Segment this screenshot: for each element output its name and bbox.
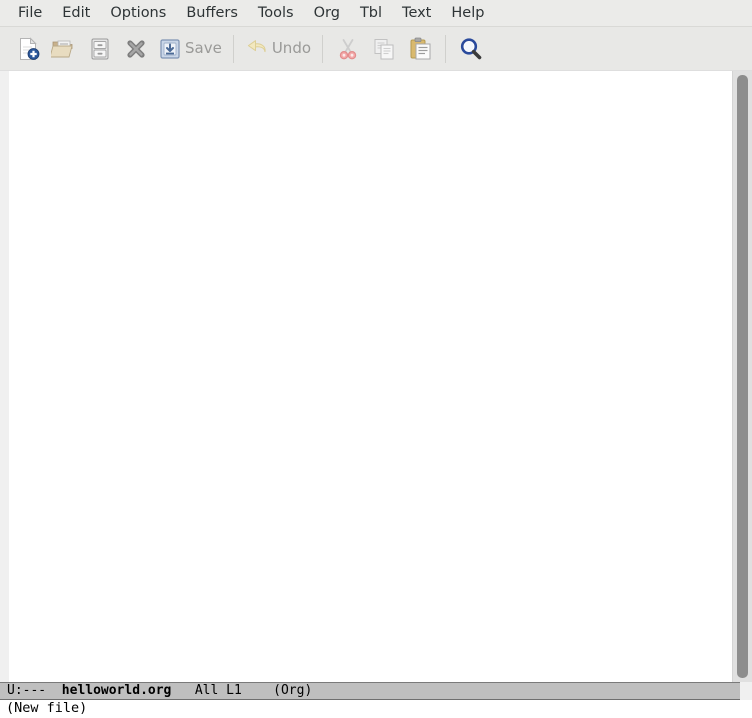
emacs-window: File Edit Options Buffers Tools Org Tbl … (0, 0, 752, 718)
undo-button-label: Undo (271, 39, 312, 57)
menu-org[interactable]: Org (304, 2, 350, 25)
save-button[interactable]: Save (154, 30, 226, 68)
mode-line-gap-2 (171, 683, 194, 698)
text-editing-area[interactable] (9, 71, 732, 682)
scissors-icon (335, 36, 361, 62)
mode-line-status: U:--- (7, 683, 47, 698)
mode-line-buffer-name: helloworld.org (61, 683, 172, 698)
tool-bar: Save Undo (0, 27, 752, 71)
mode-line-gap-3 (242, 683, 273, 698)
echo-area[interactable]: (New file) (0, 700, 752, 718)
search-button[interactable] (453, 30, 489, 68)
save-as-button[interactable] (82, 30, 118, 68)
mode-line-position: All (194, 683, 219, 698)
menu-tools[interactable]: Tools (248, 2, 304, 25)
toolbar-separator-2 (322, 34, 324, 63)
menu-options[interactable]: Options (100, 2, 176, 25)
copy-button[interactable] (366, 30, 402, 68)
file-cabinet-icon (87, 36, 113, 62)
menu-buffers[interactable]: Buffers (176, 2, 248, 25)
save-floppy-icon (158, 37, 182, 61)
toolbar-separator-1 (232, 34, 234, 63)
undo-button[interactable]: Undo (241, 30, 315, 68)
open-folder-icon (51, 36, 77, 62)
buffer-region (0, 71, 752, 682)
vertical-scrollbar[interactable] (732, 71, 752, 682)
cut-button[interactable] (330, 30, 366, 68)
toolbar-separator-3 (445, 34, 447, 63)
menu-tbl[interactable]: Tbl (350, 2, 392, 25)
clipboard-paste-icon (407, 36, 433, 62)
close-x-icon (123, 36, 149, 62)
scrollbar-thumb[interactable] (737, 75, 748, 678)
menu-help[interactable]: Help (441, 2, 494, 25)
magnifier-icon (458, 36, 484, 62)
new-file-button[interactable] (10, 30, 46, 68)
paste-button[interactable] (402, 30, 438, 68)
mode-line-major-mode: (Org) (273, 683, 313, 698)
mode-line-space (218, 683, 226, 698)
new-file-icon (15, 36, 41, 62)
save-button-label: Save (185, 39, 222, 57)
open-file-button[interactable] (46, 30, 82, 68)
menu-text[interactable]: Text (392, 2, 441, 25)
mode-line-line-number: L1 (226, 683, 242, 698)
close-buffer-button[interactable] (118, 30, 154, 68)
mode-line-gap-1 (46, 683, 62, 698)
menu-bar: File Edit Options Buffers Tools Org Tbl … (0, 0, 752, 27)
undo-arrow-icon (245, 37, 269, 61)
mode-line[interactable]: U:--- helloworld.org All L1 (Org) (0, 682, 740, 700)
left-fringe (0, 71, 9, 682)
copy-pages-icon (371, 36, 397, 62)
menu-file[interactable]: File (8, 2, 52, 25)
mode-line-right-filler (740, 682, 752, 700)
menu-edit[interactable]: Edit (52, 2, 100, 25)
